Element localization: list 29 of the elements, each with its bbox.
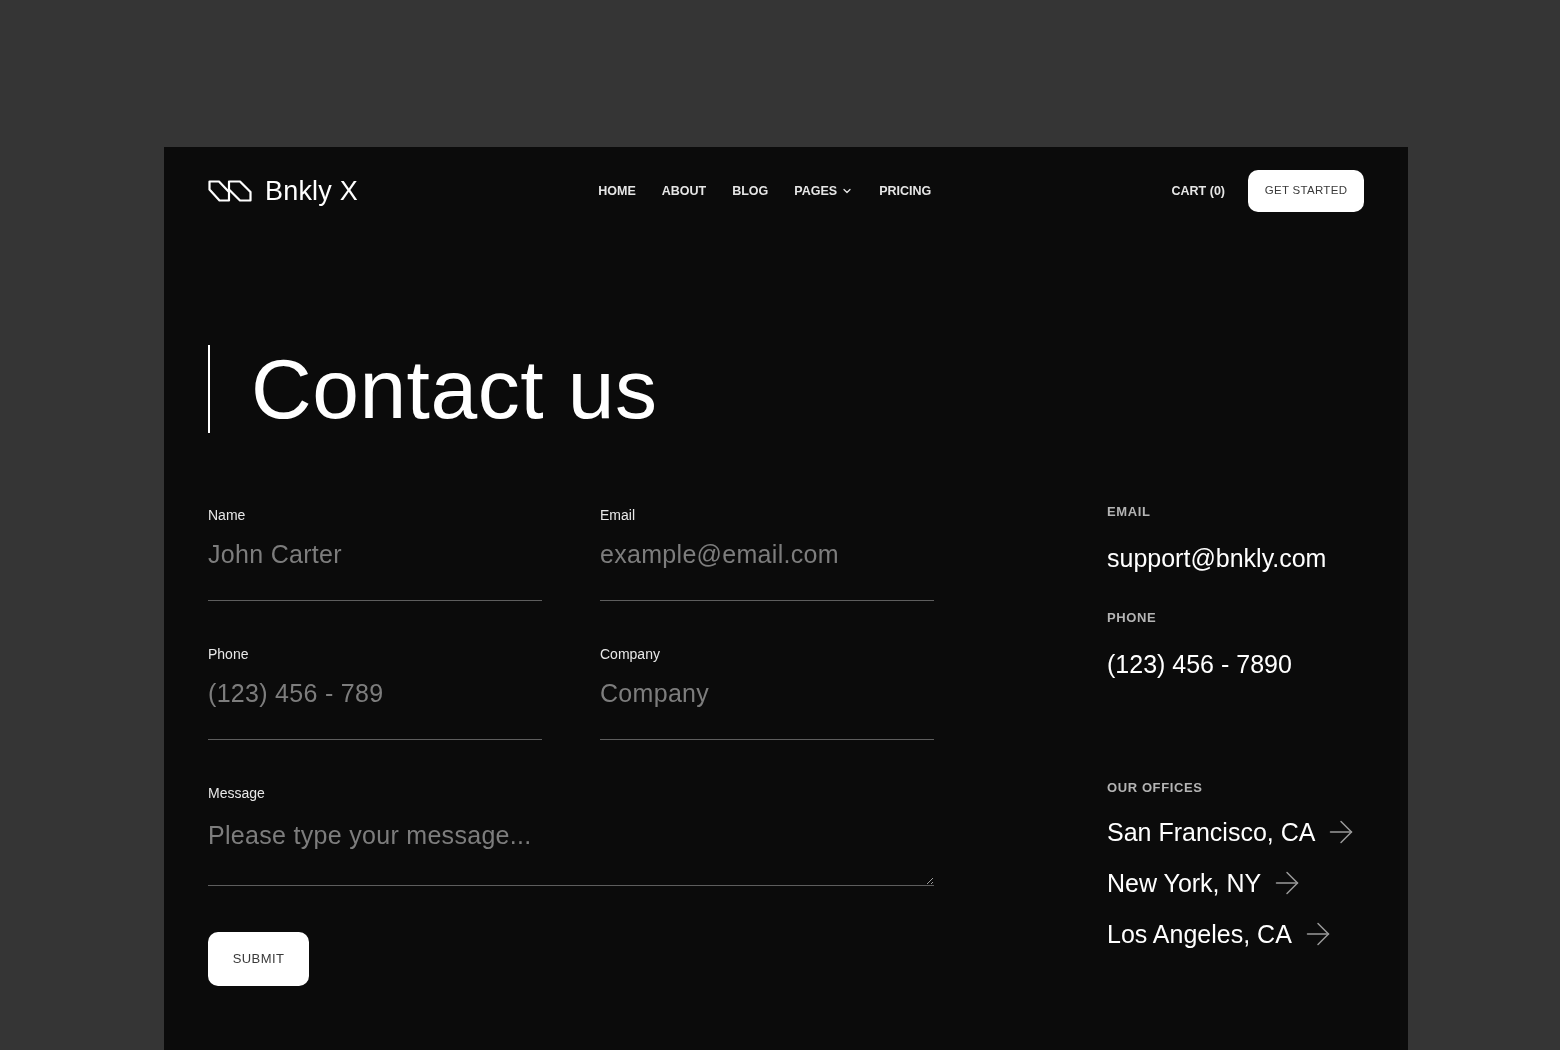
field-label: Email: [600, 507, 635, 524]
text-field[interactable]: (123) 456 - 789: [208, 670, 542, 740]
field-label: Company: [600, 646, 660, 663]
text-field[interactable]: example@email.com: [600, 531, 934, 601]
contact-label: EMAIL: [1107, 505, 1151, 519]
text-field[interactable]: Company: [600, 670, 934, 740]
contact-label: PHONE: [1107, 611, 1157, 625]
nav-link[interactable]: ABOUT: [661, 184, 707, 198]
get-started-button[interactable]: GET STARTED: [1248, 170, 1364, 212]
office-link[interactable]: Los Angeles, CA: [1107, 916, 1336, 952]
office-link[interactable]: New York, NY: [1107, 865, 1306, 901]
logo-icon: [208, 180, 252, 202]
contact-link[interactable]: support@bnkly.com: [1107, 543, 1327, 573]
nav-link[interactable]: HOME: [598, 184, 636, 198]
field-label: Message: [208, 785, 265, 802]
office-link[interactable]: San Francisco, CA: [1107, 814, 1360, 850]
cart-link[interactable]: CART (0): [1171, 184, 1225, 198]
nav-link[interactable]: PRICING: [879, 184, 932, 198]
page-heading: Contact us: [251, 347, 658, 431]
nav-link[interactable]: BLOG: [732, 184, 769, 198]
brand-name: Bnkly X: [265, 177, 358, 205]
field-label: Phone: [208, 646, 249, 663]
message-field[interactable]: Please type your message...: [208, 808, 934, 886]
field-label: Name: [208, 507, 246, 524]
submit-button[interactable]: SUBMIT: [208, 932, 309, 986]
text-field[interactable]: John Carter: [208, 531, 542, 601]
offices-label: OUR OFFICES: [1107, 781, 1203, 795]
contact-link[interactable]: (123) 456 - 7890: [1107, 649, 1292, 679]
nav-link[interactable]: PAGES: [794, 184, 854, 198]
